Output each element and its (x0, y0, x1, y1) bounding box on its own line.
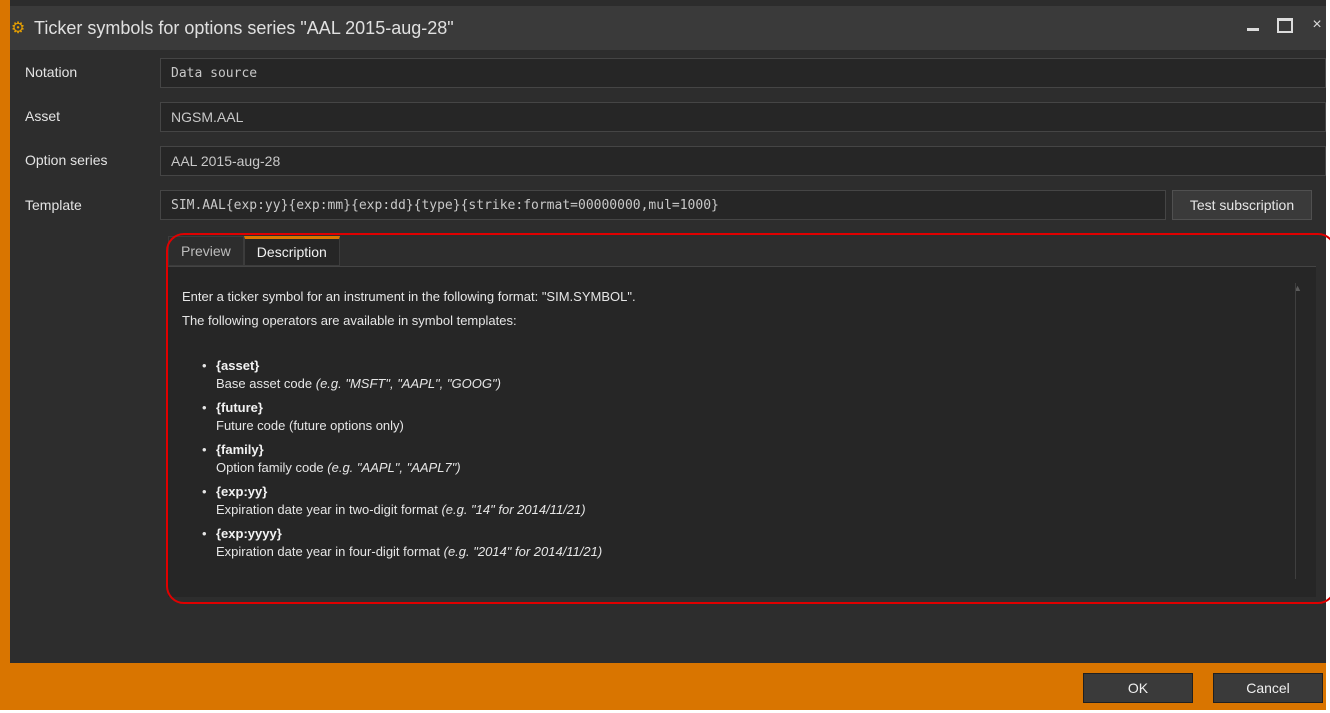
option-series-field[interactable]: AAL 2015-aug-28 (160, 146, 1326, 176)
window-title: Ticker symbols for options series "AAL 2… (34, 17, 454, 38)
notation-label: Notation (25, 64, 78, 80)
close-icon[interactable]: × (1308, 16, 1326, 34)
maximize-icon[interactable] (1276, 16, 1294, 34)
notation-field[interactable]: Data source (160, 58, 1326, 88)
template-field[interactable]: SIM.AAL{exp:yy}{exp:mm}{exp:dd}{type}{st… (160, 190, 1166, 220)
test-subscription-button[interactable]: Test subscription (1172, 190, 1312, 220)
cancel-button[interactable]: Cancel (1213, 673, 1323, 703)
title-bar[interactable]: ⚙ Ticker symbols for options series "AAL… (10, 6, 1326, 50)
window-controls: × (1244, 16, 1326, 34)
template-label: Template (25, 197, 82, 213)
option-series-label: Option series (25, 152, 108, 168)
annotation-highlight (166, 233, 1330, 604)
dialog-footer: OK Cancel (10, 663, 1326, 710)
asset-field[interactable]: NGSM.AAL (160, 102, 1326, 132)
gear-icon: ⚙ (10, 20, 26, 37)
minimize-icon[interactable] (1244, 16, 1262, 34)
asset-label: Asset (25, 108, 61, 124)
dialog-window: ⚙ Ticker symbols for options series "AAL… (0, 0, 1330, 710)
ok-button[interactable]: OK (1083, 673, 1193, 703)
dialog-content: Notation Data source Asset NGSM.AAL Opti… (10, 50, 1330, 663)
